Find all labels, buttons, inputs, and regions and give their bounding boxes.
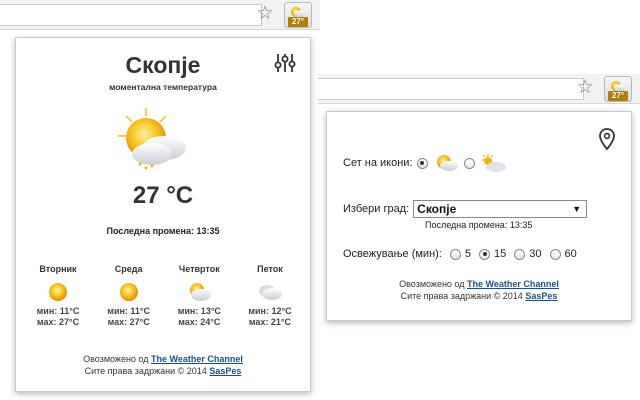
refresh-option-label: 30 xyxy=(529,248,542,260)
icon-set-radio-1[interactable] xyxy=(416,157,428,169)
day-name: Петок xyxy=(257,264,283,274)
day-name: Четврток xyxy=(178,264,220,274)
current-temp-subtitle: моментална температура xyxy=(109,82,217,92)
settings-sliders-icon[interactable] xyxy=(274,52,296,74)
city-select-value: Скопје xyxy=(417,202,457,216)
refresh-radio-15[interactable] xyxy=(479,248,490,260)
partly-cloudy-icon xyxy=(190,283,212,301)
temperature-badge: 27° xyxy=(608,91,628,101)
powered-by-text: Овозможено од xyxy=(399,279,465,289)
copyright-text: Сите права задржани © 2014 xyxy=(84,366,207,376)
current-temperature: 27 °C xyxy=(132,182,194,209)
sun-icon xyxy=(49,283,67,301)
location-pin-icon[interactable] xyxy=(599,128,615,150)
weather-channel-link[interactable]: The Weather Channel xyxy=(467,279,559,289)
city-select[interactable]: Скопје ▼ xyxy=(413,200,588,218)
max-temp: мах: 21°C xyxy=(248,317,292,327)
browser-toolbar-2: ☆ 27° xyxy=(318,74,640,104)
cloudy-icon xyxy=(258,285,282,300)
weather-extension-button[interactable]: 27° xyxy=(284,2,312,28)
day-name: Среда xyxy=(114,264,143,274)
refresh-label: Освежување (мин): xyxy=(343,248,442,260)
address-bar[interactable] xyxy=(318,78,584,100)
icon-set-label: Сет на икони: xyxy=(343,157,413,169)
author-link[interactable]: SasPes xyxy=(209,366,241,376)
last-update: Последна промена: 13:35 xyxy=(425,220,533,230)
weather-extension-button[interactable]: 27° xyxy=(604,76,632,102)
forecast-day: Среда мин: 11°C мах: 27°C xyxy=(99,264,159,328)
max-temp: мах: 24°C xyxy=(178,317,221,327)
author-link[interactable]: SasPes xyxy=(525,291,557,301)
address-bar[interactable] xyxy=(0,4,262,26)
partly-cloudy-sun-icon xyxy=(118,108,186,170)
refresh-radio-5[interactable] xyxy=(449,248,461,260)
browser-toolbar-1: ☆ 27° xyxy=(0,0,320,30)
temperature-badge: 27° xyxy=(288,17,308,27)
weather-channel-link[interactable]: The Weather Channel xyxy=(151,354,243,364)
powered-by-text: Овозможено од xyxy=(83,354,149,364)
last-update: Последна промена: 13:35 xyxy=(106,226,220,236)
star-icon[interactable]: ☆ xyxy=(574,77,596,99)
settings-popup: Сет на икони: Избери град: Скопје ▼ Посл… xyxy=(326,111,632,321)
star-icon[interactable]: ☆ xyxy=(254,3,276,25)
day-name: Вторник xyxy=(39,264,77,274)
copyright-text: Сите права задржани © 2014 xyxy=(400,291,523,301)
city-select-row: Избери град: Скопје ▼ xyxy=(343,200,588,218)
forecast-day: Вторник мин: 11°C мах: 27°C xyxy=(28,264,88,328)
refresh-option-label: 15 xyxy=(494,248,507,260)
forecast-day: Петок мин: 12°C мах: 21°C xyxy=(240,264,300,328)
dropdown-caret-icon: ▼ xyxy=(572,204,582,214)
icon-set-row: Сет на икони: xyxy=(343,152,507,174)
min-temp: мин: 12°C xyxy=(248,306,292,316)
min-temp: мин: 13°C xyxy=(177,306,221,316)
weather-popup: Скопје моментална температура 27 °C Посл… xyxy=(15,37,311,392)
icon-set-radio-2[interactable] xyxy=(463,157,475,169)
city-name: Скопје xyxy=(125,52,201,78)
flat-weather-icon xyxy=(481,154,506,172)
refresh-row: Освежување (мин): 5 15 30 60 xyxy=(343,248,581,260)
forecast-list: Вторник мин: 11°C мах: 27°C Среда мин: 1… xyxy=(28,264,300,328)
forecast-day: Четврток мин: 13°C мах: 24°C xyxy=(169,264,229,328)
city-select-label: Избери град: xyxy=(343,203,410,215)
max-temp: мах: 27°C xyxy=(107,317,150,327)
min-temp: мин: 11°C xyxy=(36,306,80,316)
refresh-option-label: 60 xyxy=(564,248,577,260)
popup-footer: Овозможено од The Weather Channel Сите п… xyxy=(16,353,310,377)
sun-icon xyxy=(119,283,138,301)
refresh-radio-60[interactable] xyxy=(549,248,561,260)
refresh-radio-30[interactable] xyxy=(514,248,526,260)
popup-footer: Овозможено од The Weather Channel Сите п… xyxy=(327,278,631,302)
max-temp: мах: 27°C xyxy=(36,317,80,327)
min-temp: мин: 11°C xyxy=(107,306,151,316)
colorful-weather-icon xyxy=(436,155,458,171)
refresh-option-label: 5 xyxy=(464,248,471,260)
